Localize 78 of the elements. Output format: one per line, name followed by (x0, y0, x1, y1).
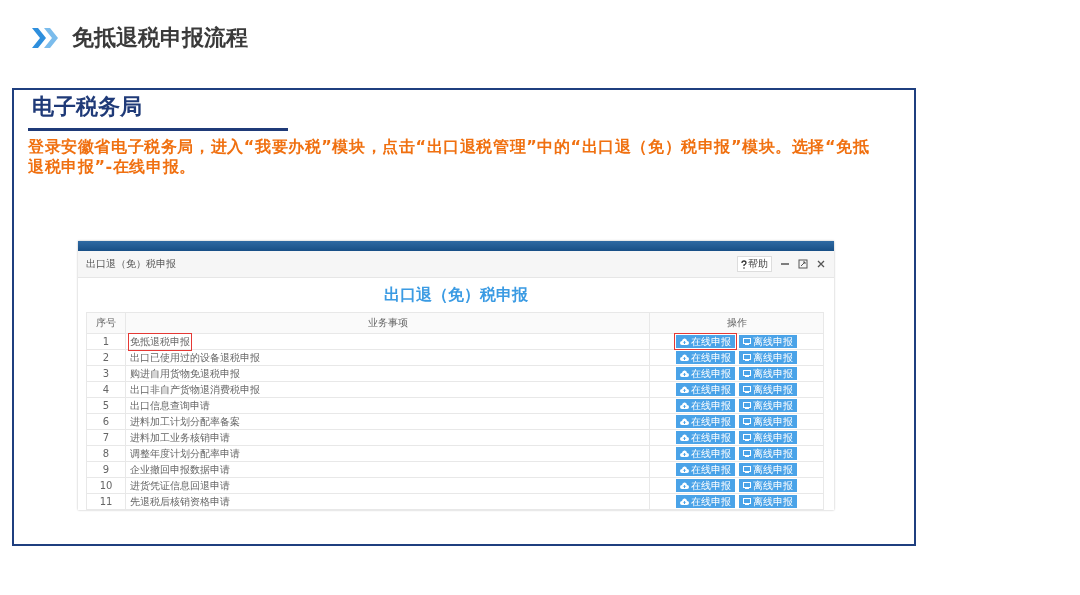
table-cell: 10 (86, 477, 126, 494)
online-submit-button[interactable]: 在线申报 (676, 479, 735, 492)
table-cell: 7 (86, 429, 126, 446)
cloud-upload-icon (680, 354, 689, 361)
cloud-upload-icon (680, 450, 689, 457)
offline-submit-button[interactable]: 离线申报 (739, 351, 797, 364)
table-cell: 2 (86, 349, 126, 366)
table-cell: 1 (86, 333, 126, 350)
cloud-upload-icon (680, 386, 689, 393)
offline-submit-button[interactable]: 离线申报 (739, 415, 797, 428)
offline-submit-button[interactable]: 离线申报 (739, 447, 797, 460)
table-cell: 6 (86, 413, 126, 430)
instruction-text: 登录安徽省电子税务局，进入“我要办税”模块，点击“出口退税管理”中的“出口退（免）税申报”模块。选择“免抵退税申报”-在线申报。 (28, 137, 871, 177)
question-mark-icon (741, 259, 747, 269)
table-cell: 4 (86, 381, 126, 398)
online-submit-button[interactable]: 在线申报 (676, 463, 735, 476)
monitor-icon (743, 418, 751, 425)
window-title: 出口退（免）税申报 (86, 257, 177, 271)
item-name: 进料加工计划分配率备案 (130, 414, 240, 429)
monitor-icon (743, 466, 751, 473)
online-submit-button[interactable]: 在线申报 (676, 367, 735, 380)
table-cell: 5 (86, 397, 126, 414)
online-submit-button[interactable]: 在线申报 (676, 399, 735, 412)
item-name: 购进自用货物免退税申报 (130, 366, 240, 381)
panel-heading: 电子税务局 (32, 93, 142, 121)
table-cell: 3 (86, 365, 126, 382)
monitor-icon (743, 434, 751, 441)
item-name: 进货凭证信息回退申请 (130, 478, 230, 493)
maximize-icon[interactable] (798, 259, 808, 269)
cloud-upload-icon (680, 402, 689, 409)
online-submit-button[interactable]: 在线申报 (676, 415, 735, 428)
cloud-upload-icon (680, 434, 689, 441)
offline-submit-button[interactable]: 离线申报 (739, 479, 797, 492)
offline-submit-button[interactable]: 离线申报 (739, 383, 797, 396)
offline-submit-button[interactable]: 离线申报 (739, 335, 797, 348)
monitor-icon (743, 338, 751, 345)
online-submit-button[interactable]: 在线申报 (676, 495, 735, 508)
cloud-upload-icon (680, 370, 689, 377)
cloud-upload-icon (680, 482, 689, 489)
item-name: 出口非自产货物退消费税申报 (130, 382, 260, 397)
online-submit-button[interactable]: 在线申报 (676, 447, 735, 460)
offline-submit-button[interactable]: 离线申报 (739, 431, 797, 444)
item-name: 出口已使用过的设备退税申报 (130, 350, 260, 365)
item-name: 免抵退税申报 (130, 334, 190, 349)
help-button[interactable]: 帮助 (737, 256, 772, 272)
offline-submit-button[interactable]: 离线申报 (739, 463, 797, 476)
offline-submit-button[interactable]: 离线申报 (739, 495, 797, 508)
table-cell: 8 (86, 445, 126, 462)
item-name: 出口信息查询申请 (130, 398, 210, 413)
monitor-icon (743, 386, 751, 393)
item-name: 进料加工业务核销申请 (130, 430, 230, 445)
table-cell: 11 (86, 493, 126, 510)
monitor-icon (743, 450, 751, 457)
column-header: 业务事项 (125, 312, 650, 334)
online-submit-button[interactable]: 在线申报 (676, 351, 735, 364)
column-header: 操作 (649, 312, 824, 334)
monitor-icon (743, 370, 751, 377)
item-name: 先退税后核销资格申请 (130, 494, 230, 509)
slide-title: 免抵退税申报流程 (72, 24, 248, 52)
cloud-upload-icon (680, 466, 689, 473)
offline-submit-button[interactable]: 离线申报 (739, 367, 797, 380)
item-name: 调整年度计划分配率申请 (130, 446, 240, 461)
monitor-icon (743, 354, 751, 361)
page-heading: 出口退（免）税申报 (384, 284, 528, 306)
cloud-upload-icon (680, 338, 689, 345)
monitor-icon (743, 498, 751, 505)
offline-submit-button[interactable]: 离线申报 (739, 399, 797, 412)
cloud-upload-icon (680, 418, 689, 425)
column-header: 序号 (86, 312, 126, 334)
online-submit-button[interactable]: 在线申报 (676, 383, 735, 396)
cloud-upload-icon (680, 498, 689, 505)
online-submit-button[interactable]: 在线申报 (676, 431, 735, 444)
table-cell: 9 (86, 461, 126, 478)
item-name: 企业撤回申报数据申请 (130, 462, 230, 477)
monitor-icon (743, 482, 751, 489)
monitor-icon (743, 402, 751, 409)
online-submit-button[interactable]: 在线申报 (676, 335, 735, 348)
close-icon[interactable] (816, 259, 826, 269)
